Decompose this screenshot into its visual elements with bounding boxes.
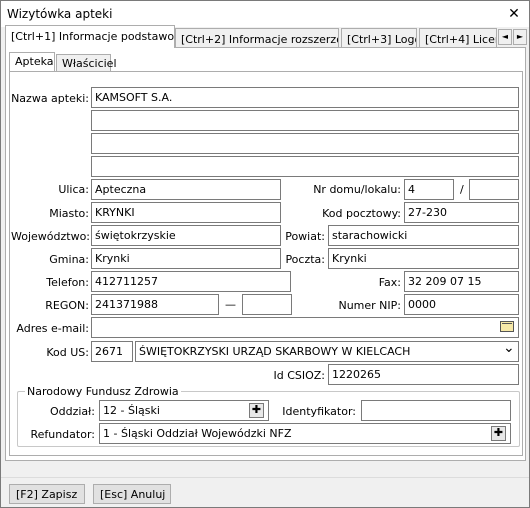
chevron-down-icon[interactable]: ⌄ bbox=[503, 340, 515, 356]
regon-suffix-input[interactable] bbox=[242, 294, 292, 315]
footer-separator bbox=[1, 477, 529, 478]
poczta-input[interactable]: Krynki bbox=[328, 248, 519, 269]
tab-scroll-right-icon[interactable]: ► bbox=[513, 29, 527, 45]
miasto-label: Miasto: bbox=[49, 207, 89, 220]
regon-dash: — bbox=[225, 298, 236, 311]
nip-label: Numer NIP: bbox=[338, 299, 401, 312]
powiat-input[interactable]: starachowicki bbox=[328, 225, 519, 246]
kod-us-select[interactable]: ŚWIĘTOKRZYSKI URZĄD SKARBOWY W KIELCACH bbox=[135, 341, 519, 362]
email-input[interactable] bbox=[91, 317, 519, 338]
tab-informacje-podstawowe[interactable]: [Ctrl+1] Informacje podstawowe bbox=[5, 25, 175, 48]
wojewodztwo-label: Województwo: bbox=[11, 230, 91, 243]
kod-pocztowy-input[interactable]: 27-230 bbox=[404, 202, 519, 223]
nfz-group-title: Narodowy Fundusz Zdrowia bbox=[25, 385, 181, 398]
refundator-input[interactable]: 1 - Śląski Oddział Wojewódzki NFZ bbox=[99, 423, 511, 444]
save-button[interactable]: [F2] Zapisz bbox=[9, 484, 85, 504]
miasto-input[interactable]: KRYNKI bbox=[91, 202, 281, 223]
fax-input[interactable]: 32 209 07 15 bbox=[404, 271, 519, 292]
ulica-label: Ulica: bbox=[58, 183, 89, 196]
oddzial-label: Oddział: bbox=[49, 405, 95, 418]
gmina-label: Gmina: bbox=[49, 253, 89, 266]
tab-licencje[interactable]: [Ctrl+4] Licenc bbox=[419, 28, 497, 49]
nazwa-label: Nazwa apteki: bbox=[11, 92, 89, 105]
oddzial-input[interactable]: 12 - Śląski bbox=[99, 400, 269, 421]
kod-us-label: Kod US: bbox=[46, 346, 89, 359]
regon-input[interactable]: 241371988 bbox=[91, 294, 219, 315]
nazwa-input-1[interactable]: KAMSOFT S.A. bbox=[91, 87, 519, 108]
tab-informacje-rozszerzone[interactable]: [Ctrl+2] Informacje rozszerzone bbox=[175, 28, 339, 49]
identyfikator-label: Identyfikator: bbox=[282, 405, 356, 418]
kod-pocztowy-label: Kod pocztowy: bbox=[322, 207, 401, 220]
window: Wizytówka apteki ✕ [Ctrl+1] Informacje p… bbox=[0, 0, 530, 508]
nazwa-input-3[interactable] bbox=[91, 133, 519, 154]
nr-separator: / bbox=[460, 183, 464, 196]
nazwa-input-2[interactable] bbox=[91, 110, 519, 131]
window-title: Wizytówka apteki bbox=[7, 7, 113, 21]
email-label: Adres e-mail: bbox=[16, 322, 89, 335]
telefon-label: Telefon: bbox=[46, 276, 89, 289]
close-icon[interactable]: ✕ bbox=[499, 1, 529, 27]
tab-scroll-left-icon[interactable]: ◄ bbox=[498, 29, 512, 45]
refundator-plus-icon[interactable]: ✚ bbox=[491, 426, 506, 441]
regon-label: REGON: bbox=[45, 299, 89, 312]
csioz-label: Id CSIOZ: bbox=[273, 369, 325, 382]
nr-domu-label: Nr domu/lokalu: bbox=[313, 183, 401, 196]
subtab-wlasciciel[interactable]: Właściciel bbox=[56, 54, 117, 72]
powiat-label: Powiat: bbox=[285, 230, 325, 243]
nazwa-input-4[interactable] bbox=[91, 156, 519, 177]
refundator-label: Refundator: bbox=[30, 428, 95, 441]
csioz-input[interactable]: 1220265 bbox=[328, 364, 519, 385]
nip-input[interactable]: 0000 bbox=[404, 294, 519, 315]
poczta-label: Poczta: bbox=[285, 253, 325, 266]
tab-logo[interactable]: [Ctrl+3] Logo bbox=[341, 28, 417, 49]
ulica-input[interactable]: Apteczna bbox=[91, 179, 281, 200]
telefon-input[interactable]: 412711257 bbox=[91, 271, 291, 292]
subtab-apteka[interactable]: Apteka bbox=[9, 52, 55, 72]
kod-us-code-input[interactable]: 2671 bbox=[91, 341, 133, 362]
identyfikator-input[interactable] bbox=[361, 400, 511, 421]
envelope-icon[interactable] bbox=[500, 321, 514, 332]
nr-domu-input[interactable]: 4 bbox=[404, 179, 454, 200]
fax-label: Fax: bbox=[378, 276, 401, 289]
oddzial-plus-icon[interactable]: ✚ bbox=[249, 403, 264, 418]
nr-lokalu-input[interactable] bbox=[469, 179, 519, 200]
cancel-button[interactable]: [Esc] Anuluj bbox=[93, 484, 171, 504]
title-bar: Wizytówka apteki ✕ bbox=[1, 1, 529, 27]
